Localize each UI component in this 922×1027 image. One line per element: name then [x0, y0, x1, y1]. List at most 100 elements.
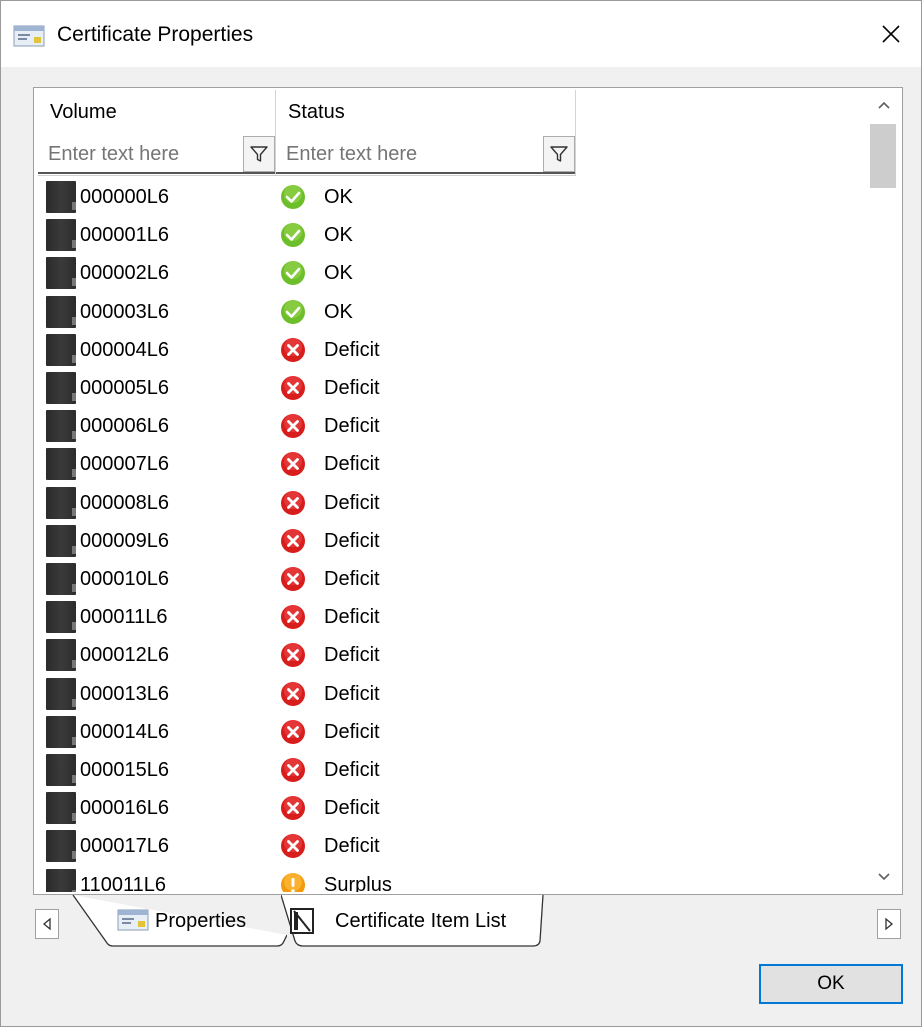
table-row[interactable]: 000003L6 OK — [40, 293, 860, 331]
status-cell: OK — [324, 300, 353, 323]
volume-cell: 000004L6 — [80, 338, 169, 361]
volume-cell: 000002L6 — [80, 262, 169, 285]
tab-scroll-right-button[interactable] — [877, 909, 901, 939]
table-row[interactable]: 000013L6 Deficit — [40, 675, 860, 713]
volume-cell: 000003L6 — [80, 300, 169, 323]
volume-cell: 000000L6 — [80, 186, 169, 208]
table-row[interactable]: 000004L6 Deficit — [40, 331, 860, 369]
error-x-icon — [281, 643, 305, 668]
tape-volume-icon — [46, 448, 76, 481]
tape-volume-icon — [46, 219, 76, 252]
close-icon — [882, 25, 900, 43]
status-cell: Deficit — [324, 491, 380, 514]
window-title: Certificate Properties — [57, 23, 254, 46]
vertical-scrollbar[interactable] — [866, 88, 902, 894]
volume-cell: 000011L6 — [80, 606, 168, 629]
status-cell: Deficit — [324, 338, 380, 361]
table-row[interactable]: 000006L6 Deficit — [40, 407, 860, 445]
error-x-icon — [281, 719, 305, 744]
volume-cell: 110011L6 — [80, 873, 167, 892]
table-row[interactable]: 000000L6 OK — [40, 178, 860, 216]
status-cell: Surplus — [324, 873, 392, 892]
volume-cell: 000009L6 — [80, 529, 169, 552]
tab-certificate-item-list-label: Certificate Item List — [335, 910, 507, 932]
error-x-icon — [281, 834, 305, 859]
scrollbar-thumb[interactable] — [870, 124, 896, 188]
table-row[interactable]: 000008L6 Deficit — [40, 484, 860, 522]
status-cell: Deficit — [324, 682, 380, 705]
title-bar: Certificate Properties — [1, 1, 921, 67]
table-row[interactable]: 000007L6 Deficit — [40, 445, 860, 483]
table-row[interactable]: 000014L6 Deficit — [40, 713, 860, 751]
error-x-icon — [281, 337, 305, 362]
triangle-right-icon — [885, 917, 894, 931]
status-cell: Deficit — [324, 568, 380, 590]
ok-check-icon — [281, 185, 305, 209]
status-cell: OK — [324, 224, 353, 247]
chevron-down-icon — [878, 873, 890, 881]
column-label-volume: Volume — [50, 101, 117, 123]
chevron-up-icon — [878, 101, 890, 109]
table-row[interactable]: 000009L6 Deficit — [40, 522, 860, 560]
status-filter-button[interactable] — [543, 136, 575, 172]
tape-volume-icon — [46, 524, 76, 557]
properties-sheet-icon — [13, 25, 45, 47]
volume-cell: 000012L6 — [80, 644, 169, 667]
tape-volume-icon — [46, 601, 76, 634]
tab-scroll-left-button[interactable] — [35, 909, 59, 939]
volume-cell: 000001L6 — [80, 224, 169, 247]
table-row[interactable]: 000005L6 Deficit — [40, 369, 860, 407]
tape-volume-icon — [46, 486, 76, 519]
volume-list: 000000L6 OK 000001L6 OK 000002L6 OK 000003L6 OK… — [40, 178, 860, 892]
error-x-icon — [281, 758, 305, 782]
status-cell: Deficit — [324, 606, 380, 629]
tape-volume-icon — [46, 410, 76, 443]
ok-check-icon — [281, 261, 305, 286]
volume-cell: 000015L6 — [80, 759, 169, 781]
volume-cell: 000006L6 — [80, 415, 169, 438]
tape-volume-icon — [46, 372, 76, 404]
close-button[interactable] — [861, 1, 921, 67]
table-row[interactable]: 000012L6 Deficit — [40, 636, 860, 674]
tape-volume-icon — [46, 639, 76, 672]
table-row[interactable]: 000002L6 OK — [40, 254, 860, 292]
status-cell: Deficit — [324, 720, 380, 743]
volume-cell: 000007L6 — [80, 453, 169, 476]
triangle-left-icon — [42, 917, 51, 931]
status-cell: Deficit — [324, 835, 380, 858]
filter-funnel-icon — [550, 146, 568, 162]
tape-volume-icon — [46, 181, 76, 213]
scroll-up-button[interactable] — [866, 90, 902, 120]
tape-volume-icon — [46, 792, 76, 825]
scroll-down-button[interactable] — [866, 862, 902, 892]
volume-filter-input[interactable] — [48, 138, 238, 170]
error-x-icon — [281, 796, 305, 821]
volume-filter-button[interactable] — [243, 136, 275, 172]
table-row[interactable]: 000016L6 Deficit — [40, 789, 860, 827]
tape-volume-icon — [46, 754, 76, 786]
tape-volume-icon — [46, 257, 76, 290]
status-cell: Deficit — [324, 453, 380, 476]
column-label-status: Status — [288, 101, 345, 123]
table-row[interactable]: 000015L6 Deficit — [40, 751, 860, 789]
column-header-status[interactable]: Status — [276, 90, 576, 176]
certificate-properties-dialog: Certificate Properties Volume Status — [0, 0, 922, 1027]
status-cell: Deficit — [324, 529, 380, 552]
properties-sheet-icon — [117, 909, 149, 931]
table-row[interactable]: 000011L6 Deficit — [40, 598, 860, 636]
status-filter-input[interactable] — [286, 138, 526, 170]
table-row[interactable]: 000001L6 OK — [40, 216, 860, 254]
volume-cell: 000008L6 — [80, 491, 169, 514]
volume-cell: 000010L6 — [80, 568, 169, 590]
column-header-volume[interactable]: Volume — [38, 90, 276, 176]
tape-cartridge-icon — [290, 908, 314, 934]
ok-button[interactable]: OK — [759, 964, 903, 1004]
certificate-item-list-panel: Volume Status 000000L — [33, 87, 903, 895]
table-row[interactable]: 110011L6 Surplus — [40, 866, 860, 892]
volume-cell: 000014L6 — [80, 720, 169, 743]
error-x-icon — [281, 567, 305, 591]
table-row[interactable]: 000010L6 Deficit — [40, 560, 860, 598]
status-filter-row — [276, 134, 575, 174]
table-row[interactable]: 000017L6 Deficit — [40, 827, 860, 865]
tape-volume-icon — [46, 677, 76, 710]
